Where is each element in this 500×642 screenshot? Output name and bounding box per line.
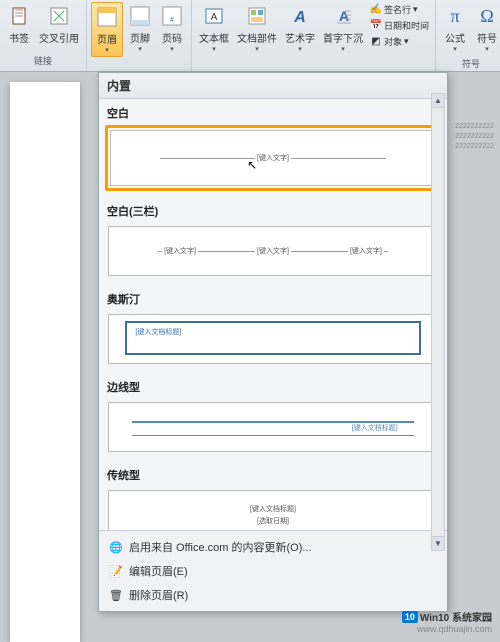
- ribbon-group-headerfooter: 页眉 ▾ 页脚 ▾ # 页码 ▾: [87, 0, 192, 71]
- item-label-austin: 奥斯汀: [101, 287, 445, 309]
- watermark-url: www.qdhuajin.com: [417, 624, 492, 634]
- gallery-item-austin[interactable]: [键入文档标题]: [105, 311, 441, 367]
- footer-icon: [128, 4, 152, 28]
- crossref-button[interactable]: 交叉引用: [36, 2, 82, 47]
- signature-button[interactable]: ✍签名行 ▾: [368, 2, 431, 17]
- object-button[interactable]: ◩对象 ▾: [368, 34, 431, 49]
- chevron-down-icon: ▾: [105, 46, 109, 54]
- item-label-blank: 空白: [101, 101, 445, 123]
- chevron-down-icon: ▾: [298, 45, 302, 53]
- item-label-bordered: 边线型: [101, 375, 445, 397]
- dropdown-footer: 🌐 启用来自 Office.com 的内容更新(O)... 📝 编辑页眉(E) …: [99, 530, 447, 611]
- watermark-badge: 10: [402, 611, 418, 623]
- dropdown-list[interactable]: 空白 [键入文字] ↖ 空白(三栏) [键入文字] [键入文字] [键入文字] …: [99, 99, 447, 530]
- svg-text:A: A: [211, 12, 218, 23]
- svg-text:A: A: [293, 9, 306, 26]
- object-icon: ◩: [370, 36, 382, 48]
- gallery-item-bordered[interactable]: [键入文档标题]: [105, 399, 441, 455]
- edit-header-button[interactable]: 📝 编辑页眉(E): [99, 559, 447, 583]
- bookmark-button[interactable]: 书签: [4, 2, 34, 47]
- edit-icon: 📝: [109, 564, 123, 578]
- doc-sample-text: 2222222222 2222222222 2222222222: [455, 122, 494, 151]
- quickparts-icon: [245, 4, 269, 28]
- gallery-item-blank[interactable]: [键入文字] ↖: [105, 125, 441, 191]
- signature-icon: ✍: [370, 4, 382, 16]
- group-label-links: 链接: [34, 52, 52, 69]
- cursor-icon: ↖: [247, 158, 257, 172]
- scroll-up-icon[interactable]: ▲: [432, 99, 444, 108]
- dropcap-icon: A: [331, 4, 355, 28]
- office-icon: 🌐: [109, 540, 123, 554]
- gallery-item-blank3[interactable]: [键入文字] [键入文字] [键入文字]: [105, 223, 441, 279]
- preview-austin: [键入文档标题]: [108, 314, 438, 364]
- chevron-down-icon: ▾: [255, 45, 259, 53]
- chevron-down-icon: ▾: [341, 45, 345, 53]
- pagenumber-button[interactable]: # 页码 ▾: [157, 2, 187, 55]
- chevron-down-icon: ▾: [212, 45, 216, 53]
- group-label-symbols: 符号: [462, 55, 480, 72]
- wordart-button[interactable]: A 艺术字 ▾: [282, 2, 318, 55]
- preview-bordered: [键入文档标题]: [108, 402, 438, 452]
- office-content-button[interactable]: 🌐 启用来自 Office.com 的内容更新(O)...: [99, 535, 447, 559]
- header-icon: [95, 5, 119, 29]
- crossref-icon: [47, 4, 71, 28]
- quickparts-button[interactable]: 文档部件 ▾: [234, 2, 280, 55]
- page-edge: [10, 82, 80, 642]
- gallery-scrollbar[interactable]: ▲ ▼: [431, 99, 445, 530]
- bookmark-icon: [7, 4, 31, 28]
- remove-icon: 🗑: [109, 588, 123, 602]
- svg-text:A: A: [339, 8, 349, 24]
- equation-button[interactable]: π 公式 ▾: [440, 2, 470, 55]
- chevron-down-icon: ▾: [453, 45, 457, 53]
- watermark: 10 Win10 系统家园 www.qdhuajin.com: [402, 609, 492, 634]
- svg-text:#: #: [170, 17, 174, 24]
- item-label-blank3: 空白(三栏): [101, 199, 445, 221]
- chevron-down-icon: ▾: [170, 45, 174, 53]
- ribbon-group-text: A 文本框 ▾ 文档部件 ▾ A 艺术字 ▾ A 首字下沉 ▾ ✍签名行 ▾: [192, 0, 436, 71]
- dropdown-title: 内置: [99, 73, 447, 99]
- datetime-icon: 📅: [370, 20, 382, 32]
- header-gallery-dropdown: 内置 空白 [键入文字] ↖ 空白(三栏) [键入文字] [键入文字] [键入文…: [98, 72, 448, 612]
- equation-icon: π: [443, 4, 467, 28]
- preview-blank: [键入文字] ↖: [110, 130, 436, 186]
- pagenumber-icon: #: [160, 4, 184, 28]
- header-button[interactable]: 页眉 ▾: [91, 2, 123, 57]
- chevron-down-icon: ▾: [138, 45, 142, 53]
- textbox-button[interactable]: A 文本框 ▾: [196, 2, 232, 55]
- preview-traditional: [键入文档标题] [选取日期]: [108, 490, 438, 530]
- wordart-icon: A: [288, 4, 312, 28]
- dropcap-button[interactable]: A 首字下沉 ▾: [320, 2, 366, 55]
- textbox-icon: A: [202, 4, 226, 28]
- gallery-item-traditional[interactable]: [键入文档标题] [选取日期]: [105, 487, 441, 530]
- ribbon-group-links: 书签 交叉引用 链接: [0, 0, 87, 71]
- datetime-button[interactable]: 📅日期和时间: [368, 18, 431, 33]
- ribbon-group-symbols: π 公式 ▾ Ω 符号 ▾ 符号: [436, 0, 500, 71]
- item-label-traditional: 传统型: [101, 463, 445, 485]
- symbol-icon: Ω: [475, 4, 499, 28]
- symbol-button[interactable]: Ω 符号 ▾: [472, 2, 500, 55]
- watermark-brand: Win10 系统家园: [420, 609, 492, 624]
- chevron-down-icon: ▾: [485, 45, 489, 53]
- footer-button[interactable]: 页脚 ▾: [125, 2, 155, 55]
- ribbon: 书签 交叉引用 链接 页眉 ▾ 页脚 ▾ # 页码 ▾: [0, 0, 500, 72]
- remove-header-button[interactable]: 🗑 删除页眉(R): [99, 583, 447, 607]
- preview-blank3: [键入文字] [键入文字] [键入文字]: [108, 226, 438, 276]
